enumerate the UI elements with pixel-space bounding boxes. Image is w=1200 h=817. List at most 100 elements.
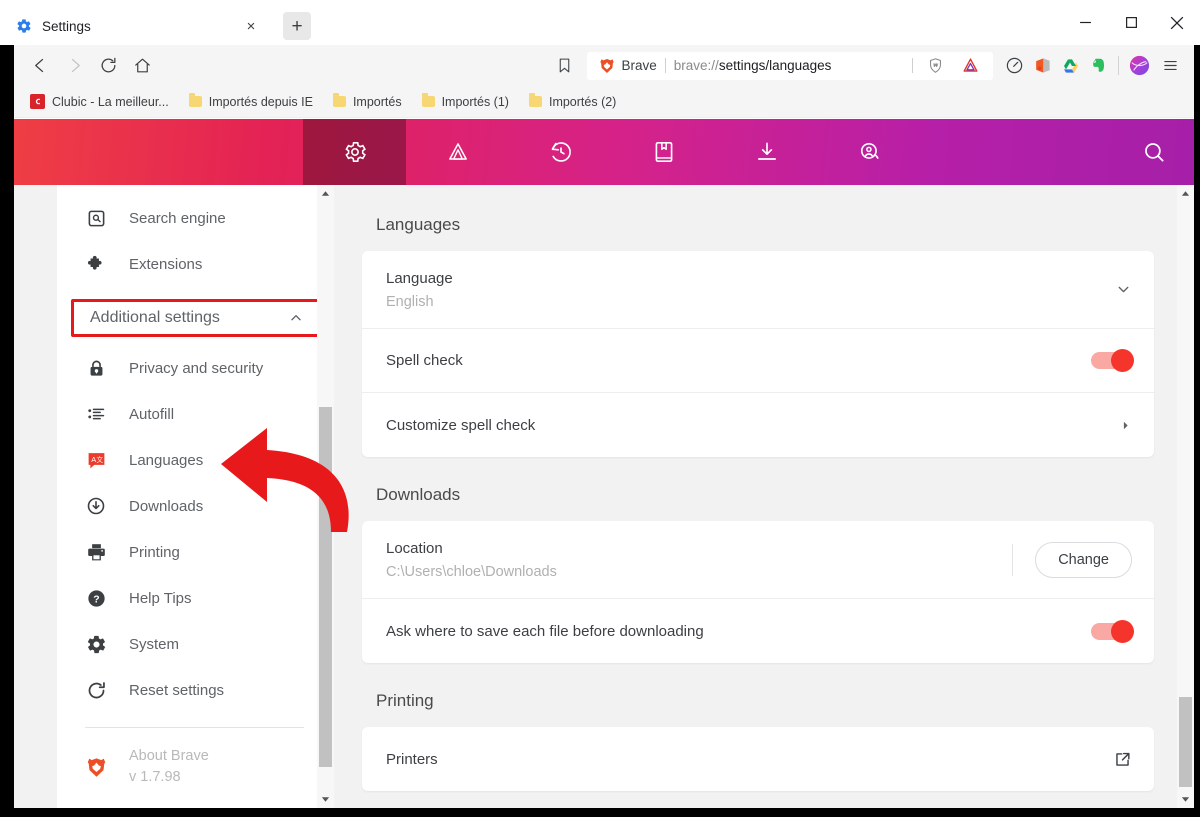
sidebar-section-additional-settings[interactable]: Additional settings (71, 299, 320, 337)
scroll-down-arrow-icon[interactable] (317, 791, 334, 808)
banner-tab-downloads[interactable] (715, 119, 818, 185)
section-title-downloads: Downloads (376, 485, 461, 504)
home-icon[interactable] (126, 50, 158, 82)
omnibox-right-icons (912, 53, 985, 79)
puzzle-piece-icon (85, 253, 107, 275)
sidebar-item-label: Downloads (129, 497, 204, 515)
reload-icon[interactable] (92, 50, 124, 82)
profile-avatar[interactable] (1126, 53, 1152, 79)
printer-icon (85, 541, 107, 563)
row-spell-check[interactable]: Spell check (362, 329, 1154, 393)
row-ask-text: Ask where to save each file before downl… (386, 623, 1091, 640)
hamburger-menu-icon[interactable] (1154, 50, 1186, 82)
speedometer-icon[interactable] (1001, 53, 1027, 79)
close-icon[interactable]: × (241, 16, 261, 36)
content-scroll-thumb[interactable] (1179, 697, 1192, 787)
search-icon[interactable] (1114, 119, 1194, 185)
bat-triangle-icon[interactable] (957, 53, 983, 79)
row-title: Language (386, 269, 453, 287)
new-tab-button[interactable]: + (283, 12, 311, 40)
folder-icon (332, 93, 346, 107)
brave-brand: Brave (599, 58, 657, 74)
card-languages: Language English Spell check Customize s… (362, 251, 1154, 457)
change-location-button[interactable]: Change (1035, 541, 1132, 578)
row-customize-spell-check[interactable]: Customize spell check (362, 393, 1154, 457)
sidebar-scroll-thumb[interactable] (319, 407, 332, 767)
maximize-button[interactable] (1108, 0, 1154, 45)
sidebar-item-extensions[interactable]: Extensions (57, 241, 334, 287)
sidebar-item-privacy-and-security[interactable]: Privacy and security (57, 345, 334, 391)
folder-icon (421, 93, 435, 107)
row-title: Printers (386, 750, 438, 768)
sidebar-scroll-track[interactable] (317, 202, 334, 791)
tab-title: Settings (42, 18, 91, 34)
address-bar[interactable]: Brave brave://settings/languages (586, 51, 993, 80)
window-frame-left (0, 45, 14, 817)
bookmark-item[interactable]: Clubic - La meilleur... (22, 91, 177, 112)
evernote-icon[interactable] (1085, 53, 1111, 79)
chevron-down-icon[interactable] (1115, 281, 1132, 298)
bookmark-item[interactable]: Importés depuis IE (181, 92, 321, 112)
spell-check-toggle[interactable] (1091, 349, 1134, 372)
minimize-button[interactable] (1062, 0, 1108, 45)
banner-tab-settings[interactable] (303, 119, 406, 185)
omnibox-divider (664, 58, 666, 73)
row-title: Ask where to save each file before downl… (386, 622, 704, 640)
toggle-knob (1111, 619, 1134, 643)
sidebar-item-languages[interactable]: A文 Languages (57, 437, 334, 483)
sidebar-item-printing[interactable]: Printing (57, 529, 334, 575)
sidebar-scrollbar[interactable] (317, 185, 334, 808)
chevron-right-icon[interactable] (1119, 419, 1132, 432)
url-text: brave://settings/languages (674, 58, 904, 73)
row-language[interactable]: Language English (362, 251, 1154, 329)
sidebar-item-label: Printing (129, 543, 180, 561)
bookmark-icon[interactable] (549, 50, 581, 82)
sidebar-item-search-engine[interactable]: Search engine (57, 195, 334, 241)
row-customize-spell-check-text: Customize spell check (386, 417, 1119, 434)
sidebar-item-downloads[interactable]: Downloads (57, 483, 334, 529)
banner-tab-bookmarks[interactable] (612, 119, 715, 185)
scroll-up-arrow-icon[interactable] (1177, 185, 1194, 202)
brand-label: Brave (621, 58, 657, 73)
back-arrow-icon[interactable] (24, 50, 56, 82)
sidebar-item-about-brave[interactable]: About Brave v 1.7.98 (57, 728, 334, 788)
content-scrollbar[interactable] (1177, 185, 1194, 808)
brave-lion-icon (599, 58, 614, 73)
clubic-favicon (30, 94, 45, 109)
scroll-down-arrow-icon[interactable] (1177, 791, 1194, 808)
bookmark-label: Importés (2) (548, 94, 617, 109)
banner-tab-history[interactable] (509, 119, 612, 185)
svg-text:文: 文 (96, 454, 103, 463)
browser-toolbar: Brave brave://settings/languages (14, 45, 1194, 86)
sidebar-item-label: System (129, 635, 180, 653)
question-circle-icon: ? (85, 587, 107, 609)
chevron-up-icon (289, 311, 303, 325)
translate-icon: A文 (85, 449, 107, 471)
close-window-button[interactable] (1154, 0, 1200, 45)
sidebar-item-system[interactable]: System (57, 621, 334, 667)
banner-tab-rewards[interactable] (406, 119, 509, 185)
banner-tab-sync[interactable] (818, 119, 921, 185)
sidebar-item-autofill[interactable]: Autofill (57, 391, 334, 437)
bookmark-item[interactable]: Importés (2) (521, 92, 624, 112)
row-printers[interactable]: Printers (362, 727, 1154, 791)
about-text-block: About Brave v 1.7.98 (129, 746, 209, 788)
card-printing: Printers (362, 727, 1154, 791)
content-scroll-track[interactable] (1177, 202, 1194, 791)
row-ask-where-to-save[interactable]: Ask where to save each file before downl… (362, 599, 1154, 663)
sidebar-item-reset-settings[interactable]: Reset settings (57, 667, 334, 713)
bookmark-item[interactable]: Importés (1) (414, 92, 517, 112)
bookmark-item[interactable]: Importés (325, 92, 410, 112)
scroll-up-arrow-icon[interactable] (317, 185, 334, 202)
settings-page: Search engine Extensions Additional sett… (14, 185, 1194, 808)
external-link-icon[interactable] (1113, 750, 1132, 769)
list-icon (85, 403, 107, 425)
google-drive-icon[interactable] (1057, 53, 1083, 79)
row-subtitle: English (386, 293, 434, 310)
brave-shields-icon[interactable] (922, 53, 948, 79)
sidebar-item-help-tips[interactable]: ? Help Tips (57, 575, 334, 621)
browser-tab-settings[interactable]: Settings × (0, 7, 275, 45)
ask-where-to-save-toggle[interactable] (1091, 619, 1134, 643)
office-icon[interactable] (1029, 53, 1055, 79)
omnibox-divider-2 (912, 58, 913, 73)
